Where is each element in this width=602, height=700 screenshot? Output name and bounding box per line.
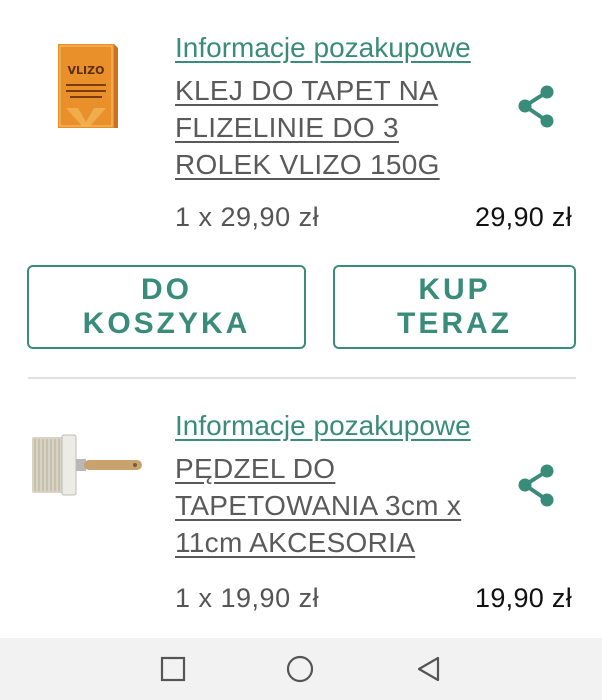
product-title[interactable]: PĘDZEL DO TAPETOWANIA 3cm x 11cm AKCESOR… bbox=[175, 450, 495, 561]
quantity-price: 1 x 19,90 zł bbox=[175, 583, 320, 613]
item-total: 19,90 zł bbox=[475, 583, 572, 613]
divider bbox=[28, 377, 576, 379]
share-icon[interactable] bbox=[512, 462, 560, 510]
buy-now-label: KUP TERAZ bbox=[397, 273, 512, 340]
quantity-price: 1 x 29,90 zł bbox=[175, 202, 320, 232]
share-icon[interactable] bbox=[512, 83, 560, 131]
product-title[interactable]: KLEJ DO TAPET NA FLIZELINIE DO 3 ROLEK V… bbox=[175, 72, 495, 183]
add-to-cart-button[interactable]: DO KOSZYKA bbox=[27, 265, 306, 349]
buy-now-button[interactable]: KUP TERAZ bbox=[333, 265, 576, 349]
brush-icon[interactable] bbox=[30, 405, 150, 525]
square-icon[interactable] bbox=[158, 654, 188, 684]
triangle-back-icon[interactable] bbox=[413, 654, 443, 684]
thumb-brand: VLIZO bbox=[68, 64, 105, 77]
circle-icon[interactable] bbox=[285, 654, 315, 684]
item-total: 29,90 zł bbox=[475, 202, 572, 232]
after-sale-info-link[interactable]: Informacje pozakupowe bbox=[175, 410, 471, 442]
glue-box-icon[interactable]: VLIZO bbox=[30, 32, 150, 152]
system-navigation-bar bbox=[0, 638, 602, 700]
add-to-cart-label: DO KOSZYKA bbox=[82, 273, 251, 340]
after-sale-info-link[interactable]: Informacje pozakupowe bbox=[175, 32, 471, 64]
